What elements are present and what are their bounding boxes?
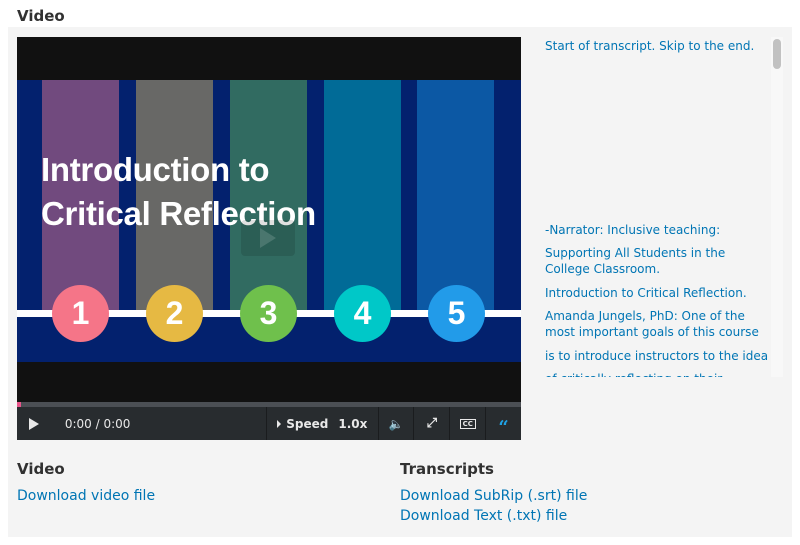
skip-to-end-link[interactable]: Start of transcript. Skip to the end.: [545, 38, 770, 54]
volume-button[interactable]: 🔈: [377, 407, 414, 440]
slide-step-2: 2: [146, 285, 203, 342]
transcript-toggle-button[interactable]: “: [485, 407, 521, 440]
download-srt-link[interactable]: Download SubRip (.srt) file: [400, 488, 587, 504]
time-display: 0:00 / 0:00: [64, 416, 131, 431]
video-downloads-heading: Video: [17, 460, 65, 478]
caret-right-icon: [277, 419, 282, 428]
speed-label: Speed: [286, 416, 329, 431]
transcript-line[interactable]: Supporting All Students in the College C…: [545, 245, 770, 277]
slide-stripe: [324, 80, 401, 310]
transcript-line[interactable]: Amanda Jungels, PhD: One of the most imp…: [545, 308, 770, 340]
cc-icon: CC: [459, 418, 476, 429]
big-play-button[interactable]: [241, 220, 295, 256]
slide-stripe: [417, 80, 494, 310]
speed-value: 1.0x: [338, 416, 368, 431]
play-icon: [28, 417, 39, 430]
video-frame[interactable]: Introduction to Critical Reflection 1 2 …: [17, 80, 521, 362]
quote-icon: “: [498, 416, 509, 438]
download-txt-link[interactable]: Download Text (.txt) file: [400, 508, 567, 524]
section-title: Video: [17, 7, 65, 25]
transcript-panel[interactable]: Start of transcript. Skip to the end. -N…: [545, 37, 770, 377]
scrollbar-thumb[interactable]: [773, 39, 781, 69]
control-bar: 0:00 / 0:00 Speed 1.0x 🔈 ⤢ CC “: [17, 407, 521, 440]
transcript-scrollbar[interactable]: [771, 37, 783, 377]
slide-step-1: 1: [52, 285, 109, 342]
play-icon: [260, 228, 276, 248]
download-video-link[interactable]: Download video file: [17, 488, 155, 504]
slide-title-line: Introduction to: [41, 151, 270, 188]
captions-button[interactable]: CC: [449, 407, 485, 440]
transcript-line[interactable]: Introduction to Critical Reflection.: [545, 285, 770, 301]
fullscreen-button[interactable]: ⤢: [413, 407, 449, 440]
video-player[interactable]: Introduction to Critical Reflection 1 2 …: [17, 37, 521, 440]
slide-step-5: 5: [428, 285, 485, 342]
transcripts-heading: Transcripts: [400, 460, 494, 478]
slide-step-4: 4: [334, 285, 391, 342]
transcript-line[interactable]: is to introduce instructors to the idea: [545, 348, 770, 364]
fullscreen-icon: ⤢: [426, 416, 438, 431]
speed-button[interactable]: Speed 1.0x: [266, 407, 378, 440]
volume-icon: 🔈: [388, 416, 404, 431]
transcript-line[interactable]: of critically reflecting on their teachi…: [545, 371, 770, 377]
play-button[interactable]: [17, 407, 51, 440]
slide-step-3: 3: [240, 285, 297, 342]
transcript-line[interactable]: -Narrator: Inclusive teaching:: [545, 222, 770, 238]
